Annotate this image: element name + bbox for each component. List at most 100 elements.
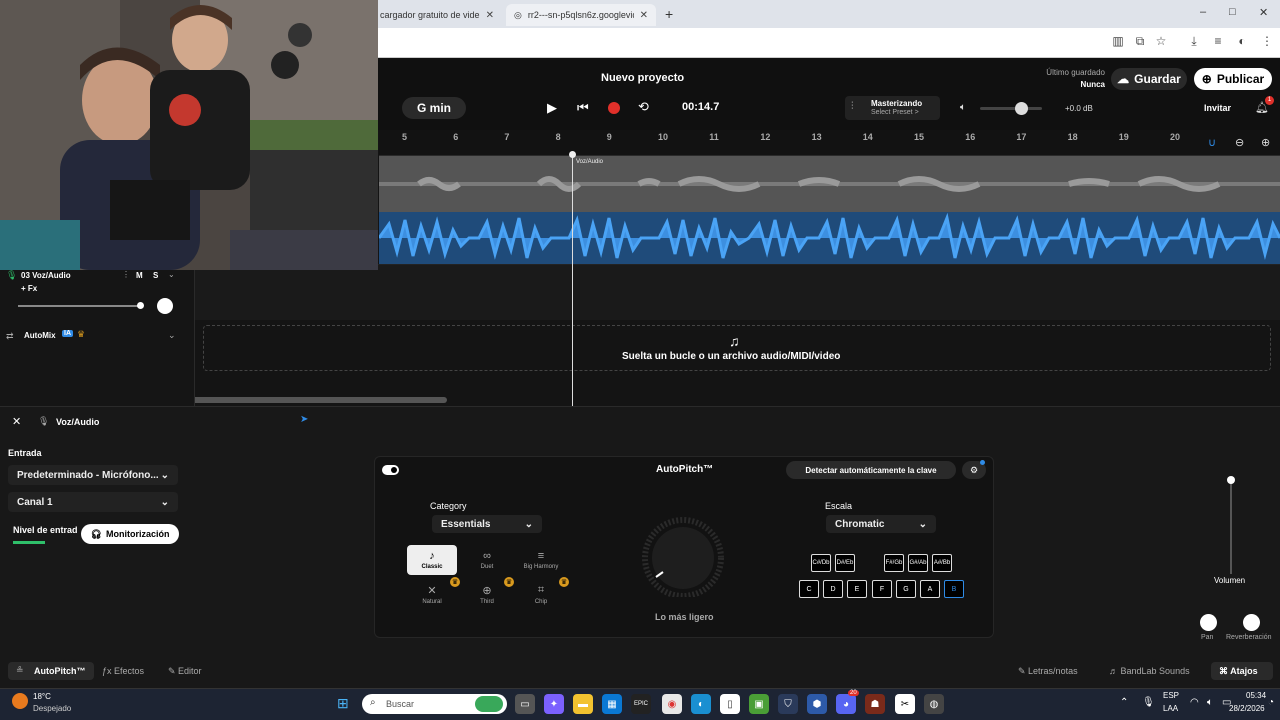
key-c-sharp[interactable]: C# / Db (811, 554, 831, 572)
reader-icon[interactable]: ▥ (1110, 34, 1126, 50)
mastering-button[interactable]: ⫶ Masterizando Select Preset > (845, 96, 940, 120)
capcut-icon[interactable]: ✂ (895, 694, 915, 714)
close-editor-icon[interactable]: ✕ (12, 415, 21, 428)
solo-button[interactable]: S (153, 271, 158, 280)
track-clip-blue[interactable] (379, 212, 1280, 264)
key-selector[interactable]: G min (402, 97, 466, 119)
project-title[interactable]: Nuevo proyecto (601, 72, 684, 84)
lang-bottom[interactable]: LAA (1163, 704, 1178, 713)
wifi-icon[interactable]: ◠ (1190, 697, 1199, 708)
bandlab-sounds-tab[interactable]: ♬ BandLab Sounds (1109, 666, 1190, 676)
bookmark-star-icon[interactable]: ☆ (1153, 34, 1169, 50)
file-icon[interactable]: ▯ (720, 694, 740, 714)
close-window-button[interactable]: ✕ (1259, 6, 1268, 19)
key-g-sharp[interactable]: G# / Ab (908, 554, 928, 572)
pan-knob[interactable] (1200, 614, 1217, 631)
track-volume-thumb[interactable] (137, 302, 144, 309)
discord-icon[interactable]: ◕ (836, 694, 856, 714)
key-e[interactable]: E (847, 580, 867, 598)
obs-icon[interactable]: ◍ (924, 694, 944, 714)
track-menu-icon[interactable]: ⋮ (122, 270, 130, 279)
task-view-icon[interactable]: ▭ (515, 694, 535, 714)
save-button[interactable]: ☁ Guardar (1111, 68, 1187, 90)
copilot-icon[interactable]: ✦ (544, 694, 564, 714)
chevron-down-icon[interactable]: ⌄ (168, 270, 175, 279)
track-name[interactable]: 03 Voz/Audio (21, 271, 71, 280)
browser-tab[interactable]: cargador gratuito de video ✕ (372, 4, 502, 26)
track-pan-knob[interactable] (157, 298, 173, 314)
mode-duet-button[interactable]: ∞ Duet (462, 545, 512, 575)
playhead[interactable] (572, 153, 573, 406)
invite-button[interactable]: Invitar (1204, 103, 1231, 113)
lang-top[interactable]: ESP (1163, 691, 1179, 700)
cast-icon[interactable]: ⧉ (1132, 34, 1148, 50)
zoom-in-icon[interactable]: ⊕ (1261, 136, 1270, 149)
master-volume-thumb[interactable] (1015, 102, 1028, 115)
chevron-down-icon[interactable]: ⌄ (168, 330, 176, 341)
publish-button[interactable]: ⊕ Publicar (1194, 68, 1272, 90)
key-b[interactable]: B (944, 580, 964, 598)
effects-tab[interactable]: ƒx Efectos (102, 666, 144, 676)
timeline-ruler[interactable] (379, 130, 1280, 156)
store-icon[interactable]: ▦ (602, 694, 622, 714)
tray-chevron-icon[interactable]: ⌃ (1120, 697, 1128, 708)
record-button[interactable] (608, 102, 620, 114)
file-explorer-icon[interactable]: ▬ (573, 694, 593, 714)
playlist-icon[interactable]: ≡ (1210, 34, 1226, 50)
key-a[interactable]: A (920, 580, 940, 598)
key-f[interactable]: F (872, 580, 892, 598)
track-volume-slider[interactable] (18, 305, 142, 307)
epic-games-icon[interactable]: EPIC (631, 694, 651, 714)
zoom-out-icon[interactable]: ⊖ (1235, 136, 1244, 149)
minecraft-icon[interactable]: ▣ (749, 694, 769, 714)
shortcuts-button[interactable]: ⌘ Atajos (1211, 662, 1273, 680)
speaker-icon[interactable]: 🔈︎ (960, 102, 966, 113)
track-clip-gray[interactable] (379, 156, 1280, 212)
editor-volume-thumb[interactable] (1227, 476, 1235, 484)
playhead-handle[interactable] (569, 151, 576, 158)
download-icon[interactable]: ⤓ (1186, 34, 1202, 50)
key-a-sharp[interactable]: A# / Bb (932, 554, 952, 572)
close-tab-icon[interactable]: ✕ (640, 10, 648, 21)
reverb-knob[interactable] (1243, 614, 1260, 631)
horizontal-scrollbar[interactable] (187, 397, 447, 403)
menu-dots-icon[interactable]: ⋮ (1259, 34, 1275, 50)
scale-select[interactable]: Chromatic ⌄ (826, 515, 936, 533)
game-icon[interactable]: ☗ (865, 694, 885, 714)
mute-button[interactable]: M (136, 271, 143, 280)
volume-icon[interactable]: 🔈︎ (1207, 697, 1213, 708)
key-d-sharp[interactable]: D# / Eb (835, 554, 855, 572)
tray-mic-icon[interactable]: 🎙︎ (1142, 697, 1155, 708)
key-f-sharp[interactable]: F# / Gb (884, 554, 904, 572)
editor-tab[interactable]: ✎ Editor (168, 666, 202, 677)
browser-tab-active[interactable]: ◎ rr2---sn-p5qlsn6z.googlevideo. ✕ (506, 4, 656, 26)
input-device-select[interactable]: Predeterminado - Micrófono... ⌄ (8, 465, 178, 485)
add-fx-button[interactable]: + Fx (21, 284, 37, 293)
taskbar-search[interactable]: ⌕ Buscar (362, 694, 507, 714)
master-volume-slider[interactable] (980, 107, 1042, 110)
monitoring-button[interactable]: 🎧︎ Monitorización (81, 524, 179, 544)
magnet-icon[interactable]: ∪ (1208, 136, 1216, 149)
maximize-button[interactable]: □ (1229, 6, 1236, 18)
channel-select[interactable]: Canal 1 ⌄ (8, 492, 178, 512)
weather-icon[interactable] (12, 693, 28, 709)
key-d[interactable]: D (823, 580, 843, 598)
track-lane-3[interactable] (195, 264, 1280, 320)
category-select[interactable]: Essentials ⌄ (432, 515, 542, 533)
windows-start-icon[interactable]: ⊞ (337, 695, 349, 712)
key-g[interactable]: G (896, 580, 916, 598)
automix-label[interactable]: AutoMix (24, 331, 56, 340)
minimize-button[interactable]: – (1200, 6, 1206, 18)
autopitch-tab[interactable]: ≗ AutoPitch™ (8, 662, 94, 680)
security-shield-icon[interactable]: ⛉ (778, 694, 798, 714)
notification-icon[interactable]: ◔ (1268, 697, 1274, 708)
autopitch-toggle[interactable] (382, 465, 399, 475)
skip-back-icon[interactable]: ⏮ (577, 100, 589, 116)
key-c[interactable]: C (799, 580, 819, 598)
lyrics-tab[interactable]: ✎ Letras/notas (1018, 666, 1078, 677)
pitch-dial[interactable] (632, 515, 744, 599)
mode-classic-button[interactable]: ♪ Classic (407, 545, 457, 575)
chrome-icon[interactable]: ◉ (662, 694, 682, 714)
loop-icon[interactable]: ⟲ (638, 99, 649, 115)
detect-key-button[interactable]: Detectar automáticamente la clave (786, 461, 956, 479)
